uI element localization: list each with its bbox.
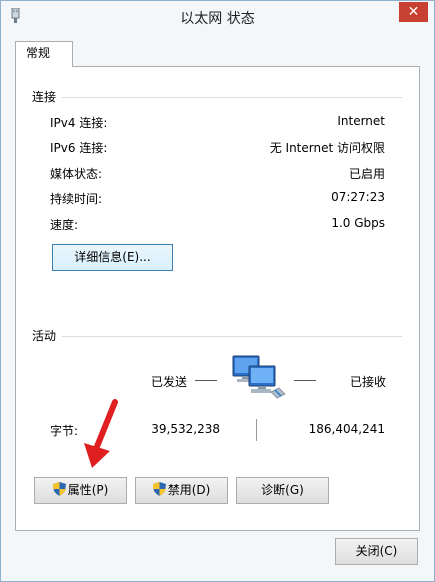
speed-value: 1.0 Gbps [331, 216, 385, 230]
annotation-arrow-icon [84, 399, 118, 468]
duration-label: 持续时间: [50, 192, 103, 206]
ipv6-value: 无 Internet 访问权限 [269, 141, 385, 155]
properties-button[interactable]: 属性(P) [34, 477, 127, 504]
duration-value: 07:27:23 [331, 190, 385, 204]
tab-general[interactable]: 常规 [15, 41, 73, 67]
status-window: 以太网 状态 ✕ 常规 连接 IPv4 连接: Internet IPv6 连接… [0, 0, 435, 582]
diagnose-button[interactable]: 诊断(G) [236, 477, 329, 504]
disable-button[interactable]: 禁用(D) [135, 477, 228, 504]
received-label: 已接收 [350, 375, 387, 389]
sent-line [195, 380, 217, 381]
general-panel: 连接 IPv4 连接: Internet IPv6 连接: 无 Internet… [15, 66, 420, 531]
media-state-value: 已启用 [348, 167, 385, 181]
disable-button-label: 禁用(D) [167, 483, 211, 497]
bytes-divider [256, 419, 257, 441]
network-computers-icon [232, 355, 286, 399]
connection-heading: 连接 [32, 90, 57, 104]
bytes-label: 字节: [50, 424, 79, 438]
close-button[interactable]: 关闭(C) [335, 538, 418, 565]
details-button[interactable]: 详细信息(E)... [52, 244, 173, 271]
sent-label: 已发送 [151, 375, 188, 389]
activity-divider [62, 336, 402, 337]
close-icon[interactable]: ✕ [399, 2, 428, 22]
connection-divider [62, 97, 402, 98]
title-bar: 以太网 状态 ✕ [1, 1, 434, 31]
properties-button-label: 属性(P) [67, 483, 109, 497]
media-state-label: 媒体状态: [50, 167, 103, 181]
bytes-sent-value: 39,532,238 [151, 422, 220, 436]
ipv4-value: Internet [337, 114, 385, 128]
received-line [294, 380, 316, 381]
bytes-received-value: 186,404,241 [308, 422, 385, 436]
shield-icon [52, 482, 66, 496]
shield-icon [152, 482, 166, 496]
activity-heading: 活动 [32, 329, 57, 343]
ipv4-label: IPv4 连接: [50, 116, 108, 130]
speed-label: 速度: [50, 218, 79, 232]
ipv6-label: IPv6 连接: [50, 141, 108, 155]
window-title: 以太网 状态 [180, 11, 255, 27]
